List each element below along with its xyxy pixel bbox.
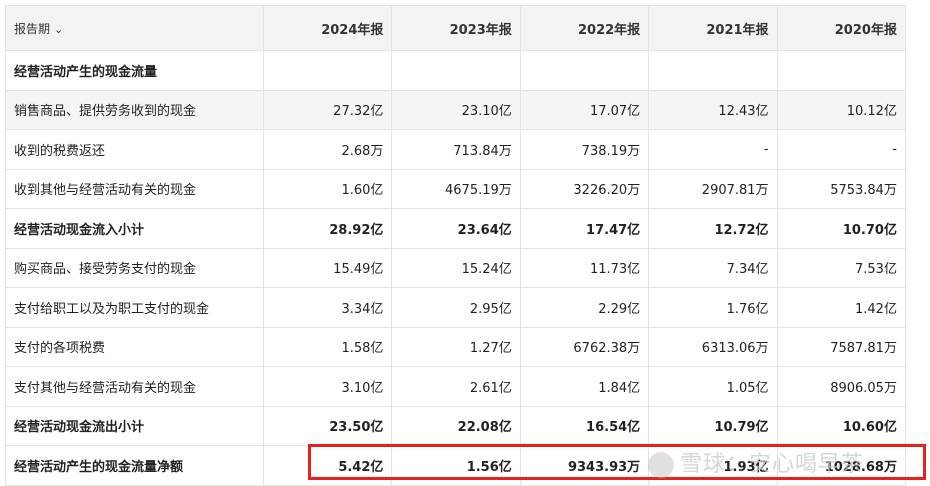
cell-value: 2.68万	[262, 129, 393, 170]
cell-value: 1.58亿	[262, 326, 393, 367]
table-row: 支付的各项税费 1.58亿 1.27亿 6762.38万 6313.06万 75…	[5, 326, 906, 367]
chevron-down-icon: ⌄	[54, 22, 64, 36]
cell-value: 1.84亿	[519, 366, 650, 407]
cell-value: 12.43亿	[648, 89, 778, 130]
cell-value: 5753.84万	[776, 168, 906, 209]
cell-value: 15.49亿	[262, 247, 393, 288]
row-label: 支付其他与经营活动有关的现金	[5, 366, 264, 407]
cell-value: 16.54亿	[519, 405, 650, 446]
cell-value: -	[776, 129, 906, 170]
cell-value: 17.07亿	[519, 89, 650, 130]
row-label: 购买商品、接受劳务支付的现金	[5, 247, 264, 288]
year-header: 2020年报	[776, 5, 906, 51]
cell-value: 27.32亿	[262, 89, 393, 130]
cash-flow-table: 报告期 ⌄ 2024年报 2023年报 2022年报 2021年报 2020年报 …	[5, 5, 906, 486]
cell-value: 3.34亿	[262, 287, 393, 328]
row-label: 经营活动现金流出小计	[5, 405, 264, 446]
cell-value	[519, 50, 650, 91]
row-label: 收到的税费返还	[5, 129, 264, 170]
cell-value: 1.76亿	[648, 287, 778, 328]
cell-value: 4675.19万	[391, 168, 521, 209]
cell-value: 3.10亿	[262, 366, 393, 407]
table-row: 购买商品、接受劳务支付的现金 15.49亿 15.24亿 11.73亿 7.34…	[5, 247, 906, 288]
cell-value: 1.60亿	[262, 168, 393, 209]
table-row: 经营活动现金流出小计 23.50亿 22.08亿 16.54亿 10.79亿 1…	[5, 405, 906, 446]
cell-value: 3226.20万	[519, 168, 650, 209]
cell-value: 7587.81万	[776, 326, 906, 367]
row-label: 经营活动产生的现金流量	[5, 50, 264, 91]
cell-value: 2907.81万	[648, 168, 778, 209]
cell-value: 7.34亿	[648, 247, 778, 288]
year-header: 2023年报	[391, 5, 521, 51]
cell-value: 6313.06万	[648, 326, 778, 367]
period-label: 报告期	[14, 21, 51, 36]
cell-value: 5.42亿	[262, 445, 393, 486]
table-row: 经营活动产生的现金流量净额 5.42亿 1.56亿 9343.93万 1.93亿…	[5, 445, 906, 486]
cell-value: 1.93亿	[648, 445, 778, 486]
cell-value: 10.79亿	[648, 405, 778, 446]
cell-value: 7.53亿	[776, 247, 906, 288]
cell-value: 1028.68万	[776, 445, 906, 486]
row-label: 收到其他与经营活动有关的现金	[5, 168, 264, 209]
cell-value: 713.84万	[391, 129, 521, 170]
year-header: 2021年报	[648, 5, 778, 51]
cell-value: 22.08亿	[391, 405, 521, 446]
year-header: 2024年报	[262, 5, 393, 51]
cell-value: 12.72亿	[648, 208, 778, 249]
cell-value: 1.42亿	[776, 287, 906, 328]
period-selector[interactable]: 报告期 ⌄	[5, 5, 264, 51]
cell-value: 8906.05万	[776, 366, 906, 407]
cell-value	[648, 50, 778, 91]
table-row: 销售商品、提供劳务收到的现金 27.32亿 23.10亿 17.07亿 12.4…	[5, 89, 906, 130]
row-label: 支付给职工以及为职工支付的现金	[5, 287, 264, 328]
cell-value: 2.29亿	[519, 287, 650, 328]
cell-value: 1.27亿	[391, 326, 521, 367]
table-row: 收到的税费返还 2.68万 713.84万 738.19万 - -	[5, 129, 906, 170]
cell-value: 1.05亿	[648, 366, 778, 407]
cell-value	[391, 50, 521, 91]
row-label: 经营活动产生的现金流量净额	[5, 445, 264, 486]
cell-value: 11.73亿	[519, 247, 650, 288]
cell-value	[262, 50, 393, 91]
table-row: 支付其他与经营活动有关的现金 3.10亿 2.61亿 1.84亿 1.05亿 8…	[5, 366, 906, 407]
year-header: 2022年报	[519, 5, 650, 51]
cell-value: 2.61亿	[391, 366, 521, 407]
table-row: 收到其他与经营活动有关的现金 1.60亿 4675.19万 3226.20万 2…	[5, 168, 906, 209]
cell-value: 17.47亿	[519, 208, 650, 249]
row-label: 经营活动现金流入小计	[5, 208, 264, 249]
row-label: 销售商品、提供劳务收到的现金	[5, 89, 264, 130]
cell-value: -	[648, 129, 778, 170]
header-row: 报告期 ⌄ 2024年报 2023年报 2022年报 2021年报 2020年报	[5, 5, 906, 51]
row-label: 支付的各项税费	[5, 326, 264, 367]
table-row: 经营活动现金流入小计 28.92亿 23.64亿 17.47亿 12.72亿 1…	[5, 208, 906, 249]
cell-value: 15.24亿	[391, 247, 521, 288]
cell-value: 23.64亿	[391, 208, 521, 249]
cell-value: 9343.93万	[519, 445, 650, 486]
cell-value: 2.95亿	[391, 287, 521, 328]
cell-value: 6762.38万	[519, 326, 650, 367]
cell-value: 23.50亿	[262, 405, 393, 446]
cell-value: 10.12亿	[776, 89, 906, 130]
cell-value: 10.60亿	[776, 405, 906, 446]
cell-value: 10.70亿	[776, 208, 906, 249]
table-row: 支付给职工以及为职工支付的现金 3.34亿 2.95亿 2.29亿 1.76亿 …	[5, 287, 906, 328]
cell-value: 28.92亿	[262, 208, 393, 249]
cell-value: 1.56亿	[391, 445, 521, 486]
cell-value: 738.19万	[519, 129, 650, 170]
cell-value	[776, 50, 906, 91]
cell-value: 23.10亿	[391, 89, 521, 130]
table-row: 经营活动产生的现金流量	[5, 50, 906, 91]
